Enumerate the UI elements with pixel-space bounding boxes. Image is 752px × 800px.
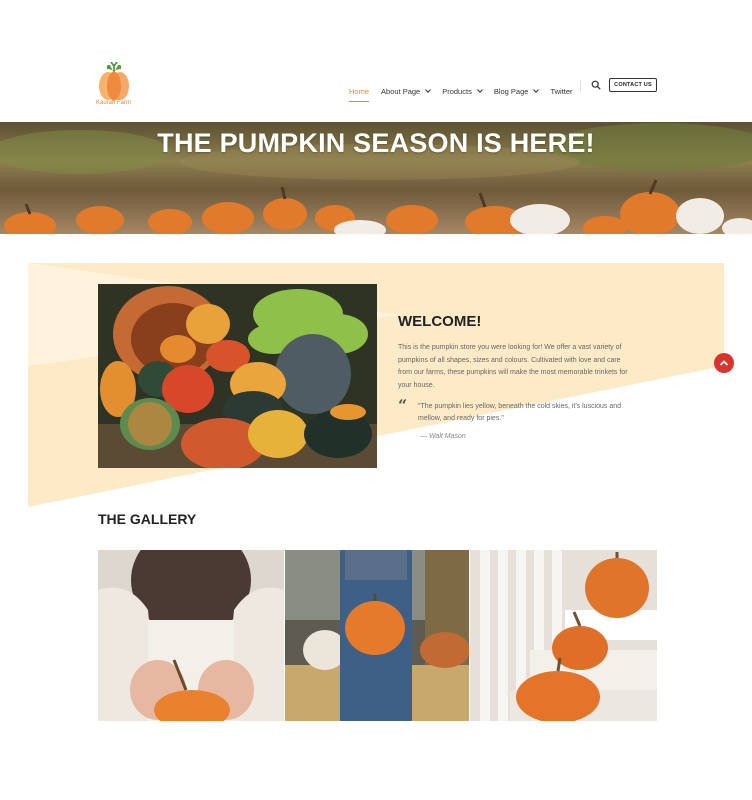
chevron-down-icon — [533, 86, 540, 93]
nav-item-label: Blog Page — [493, 86, 529, 96]
chevron-up-icon — [719, 360, 729, 366]
nav-item-products[interactable]: Products — [442, 85, 483, 97]
welcome-pumpkins-image — [98, 284, 377, 468]
quote-icon: “ — [398, 396, 408, 415]
chevron-down-icon — [476, 86, 483, 93]
welcome-title: WELCOME! — [398, 313, 482, 330]
gallery-grid — [98, 550, 658, 721]
nav-item-home[interactable]: Home — [349, 87, 370, 102]
quote-text: "The pumpkin lies yellow, beneath the co… — [418, 403, 622, 422]
chevron-down-icon — [425, 86, 432, 93]
nav-item-label: Home — [349, 87, 370, 96]
gallery-image-porch-pumpkins[interactable] — [470, 550, 658, 721]
hero-banner: THE PUMPKIN SEASON IS HERE! — [0, 122, 752, 234]
hands-holding-pumpkin-illustration — [98, 550, 284, 721]
scroll-to-top-button[interactable] — [714, 353, 734, 373]
hero-title: THE PUMPKIN SEASON IS HERE! — [157, 128, 595, 158]
contact-us-button[interactable]: CONTACT US — [609, 78, 657, 92]
nav-item-label: Twitter — [550, 86, 573, 96]
nav-item-about[interactable]: About Page — [381, 85, 432, 97]
site-header: Kaurah Farm Home About Page Products Blo… — [0, 0, 752, 122]
logo-text: Kaurah Farm — [96, 100, 132, 106]
nav-item-label: About Page — [381, 86, 421, 96]
welcome-description: This is the pumpkin store you were looki… — [398, 344, 628, 389]
pumpkin-still-life-illustration — [98, 284, 377, 468]
main-nav: Home About Page Products Blog Page Twitt… — [349, 80, 585, 102]
nav-item-twitter[interactable]: Twitter — [550, 85, 572, 97]
gallery-title: THE GALLERY — [98, 511, 197, 527]
quote-author: — Walt Mason — [420, 433, 466, 440]
person-with-pumpkin-illustration — [284, 550, 470, 721]
nav-divider — [580, 80, 581, 91]
nav-item-label: Products — [442, 86, 472, 96]
gallery-image-person-pumpkin[interactable] — [284, 550, 470, 721]
gallery-image-hands-pumpkin[interactable] — [98, 550, 284, 721]
porch-pumpkins-illustration — [470, 550, 658, 721]
search-icon[interactable] — [591, 80, 601, 90]
nav-item-blog[interactable]: Blog Page — [493, 85, 540, 97]
